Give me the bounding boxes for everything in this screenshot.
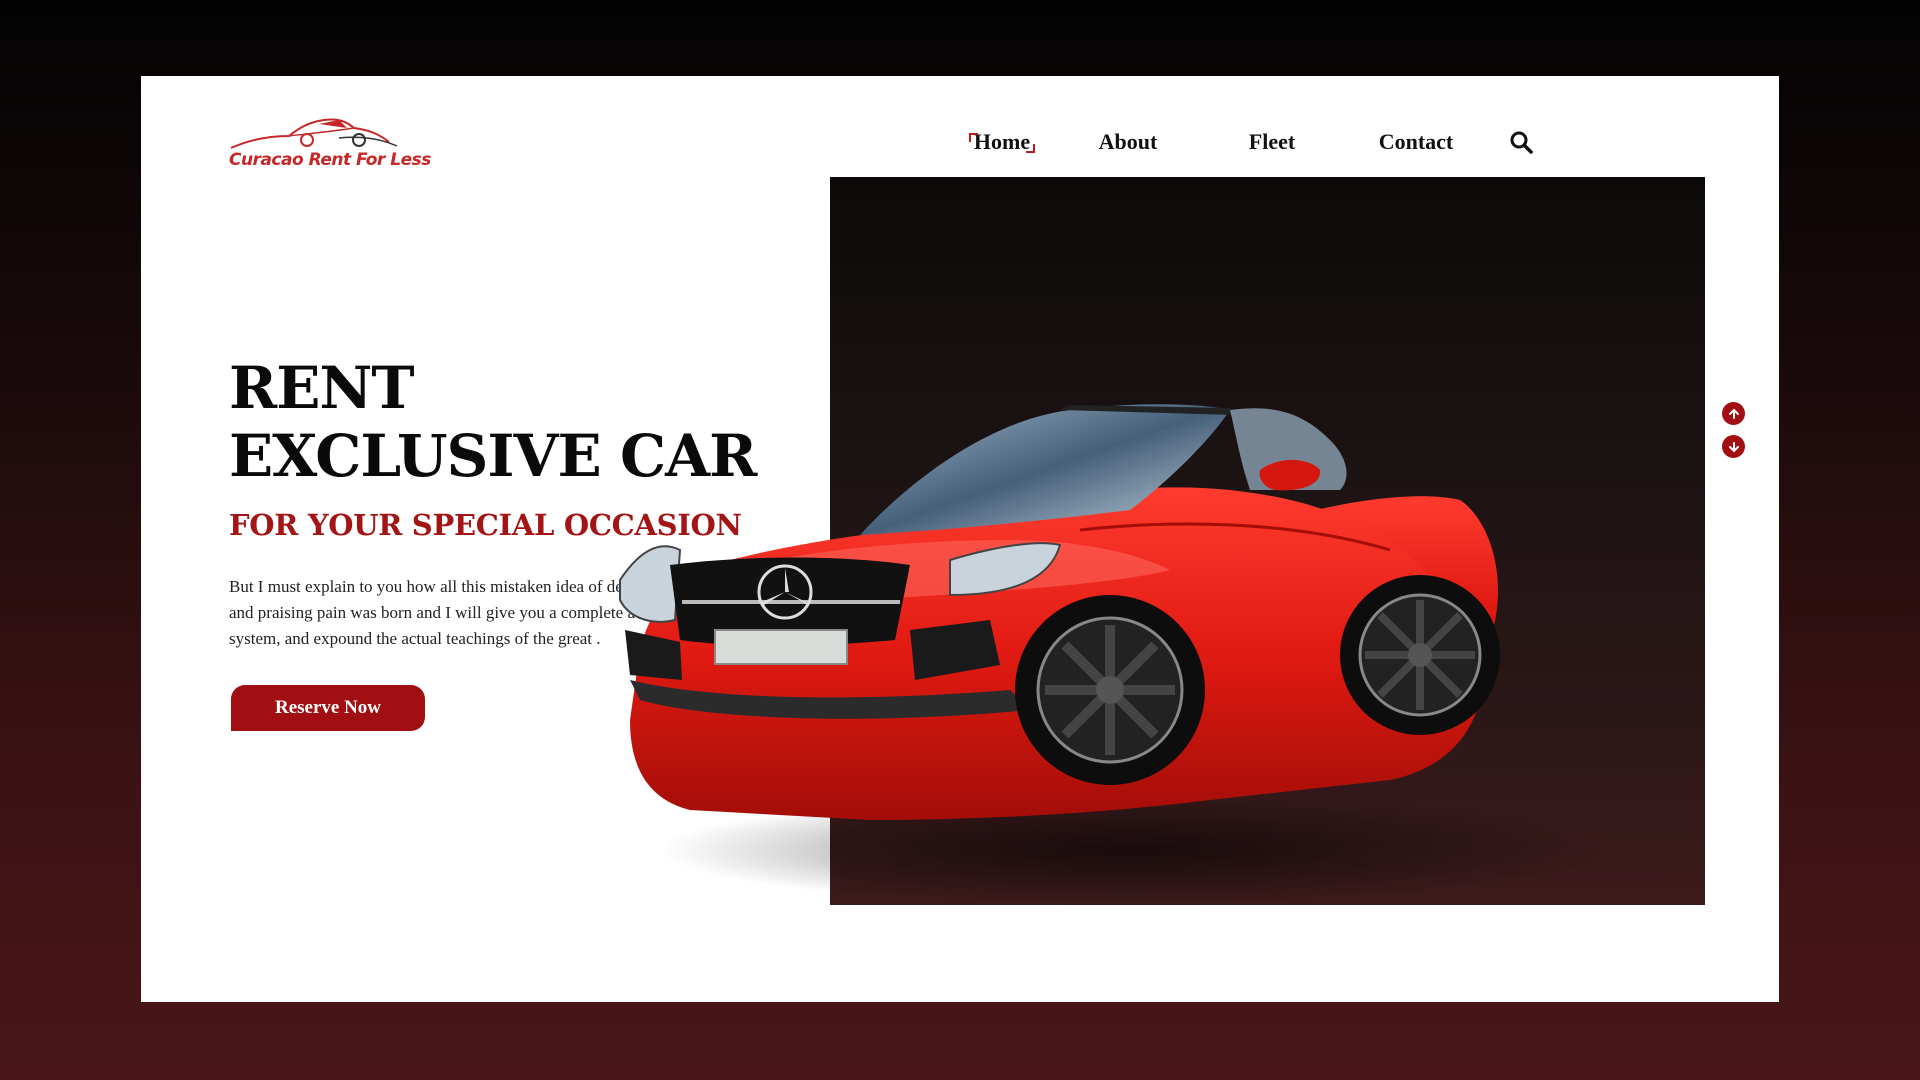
arrow-down-icon[interactable]	[1722, 435, 1745, 458]
nav-fleet[interactable]: Fleet	[1237, 129, 1307, 155]
red-convertible-car-image	[619, 404, 1600, 905]
hero-title-line1: RENT	[229, 354, 415, 422]
nav-contact[interactable]: Contact	[1371, 129, 1461, 155]
page-frame: Curacao Rent For Less Home About Fleet C…	[141, 76, 1779, 1002]
car-logo-icon	[230, 118, 398, 149]
arrow-up-icon[interactable]	[1722, 402, 1745, 425]
main-nav: Home About Fleet Contact	[967, 122, 1535, 162]
search-icon[interactable]	[1507, 128, 1535, 156]
nav-home[interactable]: Home	[967, 129, 1037, 155]
brand-name: Curacao Rent For Less	[229, 150, 431, 170]
reserve-now-button[interactable]: Reserve Now	[231, 685, 425, 731]
brand-logo[interactable]: Curacao Rent For Less	[229, 110, 431, 176]
nav-about[interactable]: About	[1093, 129, 1163, 155]
